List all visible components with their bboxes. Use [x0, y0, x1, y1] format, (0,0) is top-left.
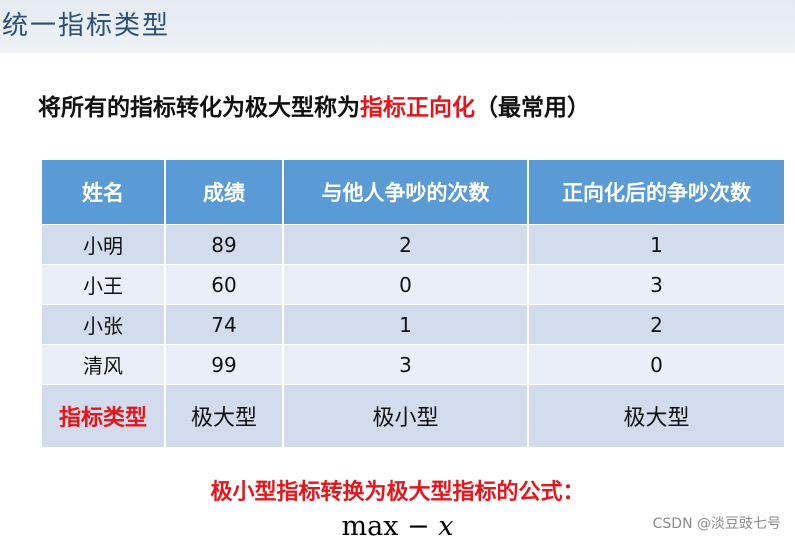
cell-quarrel: 3 — [283, 344, 529, 385]
cell-normalized: 1 — [528, 224, 784, 265]
cell-name: 清风 — [42, 344, 166, 385]
table-header-row: 姓名 成绩 与他人争吵的次数 正向化后的争吵次数 — [42, 160, 784, 225]
cell-name: 小明 — [42, 224, 166, 265]
statement-suffix: （最常用） — [475, 95, 590, 121]
formula-caption: 极小型指标转换为极大型指标的公式： — [210, 480, 585, 505]
formula-variable: x — [438, 511, 454, 542]
definition-statement: 将所有的指标转化为极大型称为指标正向化（最常用） — [38, 88, 590, 122]
statement-highlight: 指标正向化 — [360, 95, 475, 121]
header-quarrel-count: 与他人争吵的次数 — [283, 160, 529, 225]
table-row: 小张 74 1 2 — [42, 304, 784, 345]
header-normalized-quarrel-count: 正向化后的争吵次数 — [528, 160, 784, 225]
top-banner: 统一指标类型 — [0, 0, 795, 53]
indicator-type-normalized: 极大型 — [528, 384, 784, 447]
cell-score: 99 — [165, 344, 284, 385]
cell-normalized: 2 — [528, 304, 784, 345]
formula-minus: − — [407, 511, 430, 542]
table-row: 清风 99 3 0 — [42, 344, 784, 385]
indicator-type-score: 极大型 — [165, 384, 284, 447]
header-name: 姓名 — [42, 160, 166, 225]
table-row: 小王 60 0 3 — [42, 264, 784, 305]
statement-prefix: 将所有的指标转化为极大型称为 — [38, 95, 360, 121]
cell-normalized: 3 — [528, 264, 784, 305]
watermark: CSDN @淡豆豉七号 — [652, 516, 781, 532]
cell-score: 74 — [165, 304, 284, 345]
indicator-type-quarrel: 极小型 — [283, 384, 529, 447]
indicator-table: 姓名 成绩 与他人争吵的次数 正向化后的争吵次数 小明 89 2 1 小王 60… — [42, 160, 784, 447]
cell-quarrel: 0 — [283, 264, 529, 305]
header-score: 成绩 — [165, 160, 284, 225]
cell-name: 小王 — [42, 264, 166, 305]
cell-normalized: 0 — [528, 344, 784, 385]
indicator-type-row: 指标类型 极大型 极小型 极大型 — [42, 384, 784, 447]
cell-name: 小张 — [42, 304, 166, 345]
slide-heading: 统一指标类型 — [2, 11, 171, 41]
indicator-type-label: 指标类型 — [42, 384, 166, 447]
cell-quarrel: 1 — [283, 304, 529, 345]
table-row: 小明 89 2 1 — [42, 224, 784, 265]
formula-max: max — [341, 511, 399, 542]
cell-quarrel: 2 — [283, 224, 529, 265]
cell-score: 60 — [165, 264, 284, 305]
cell-score: 89 — [165, 224, 284, 265]
